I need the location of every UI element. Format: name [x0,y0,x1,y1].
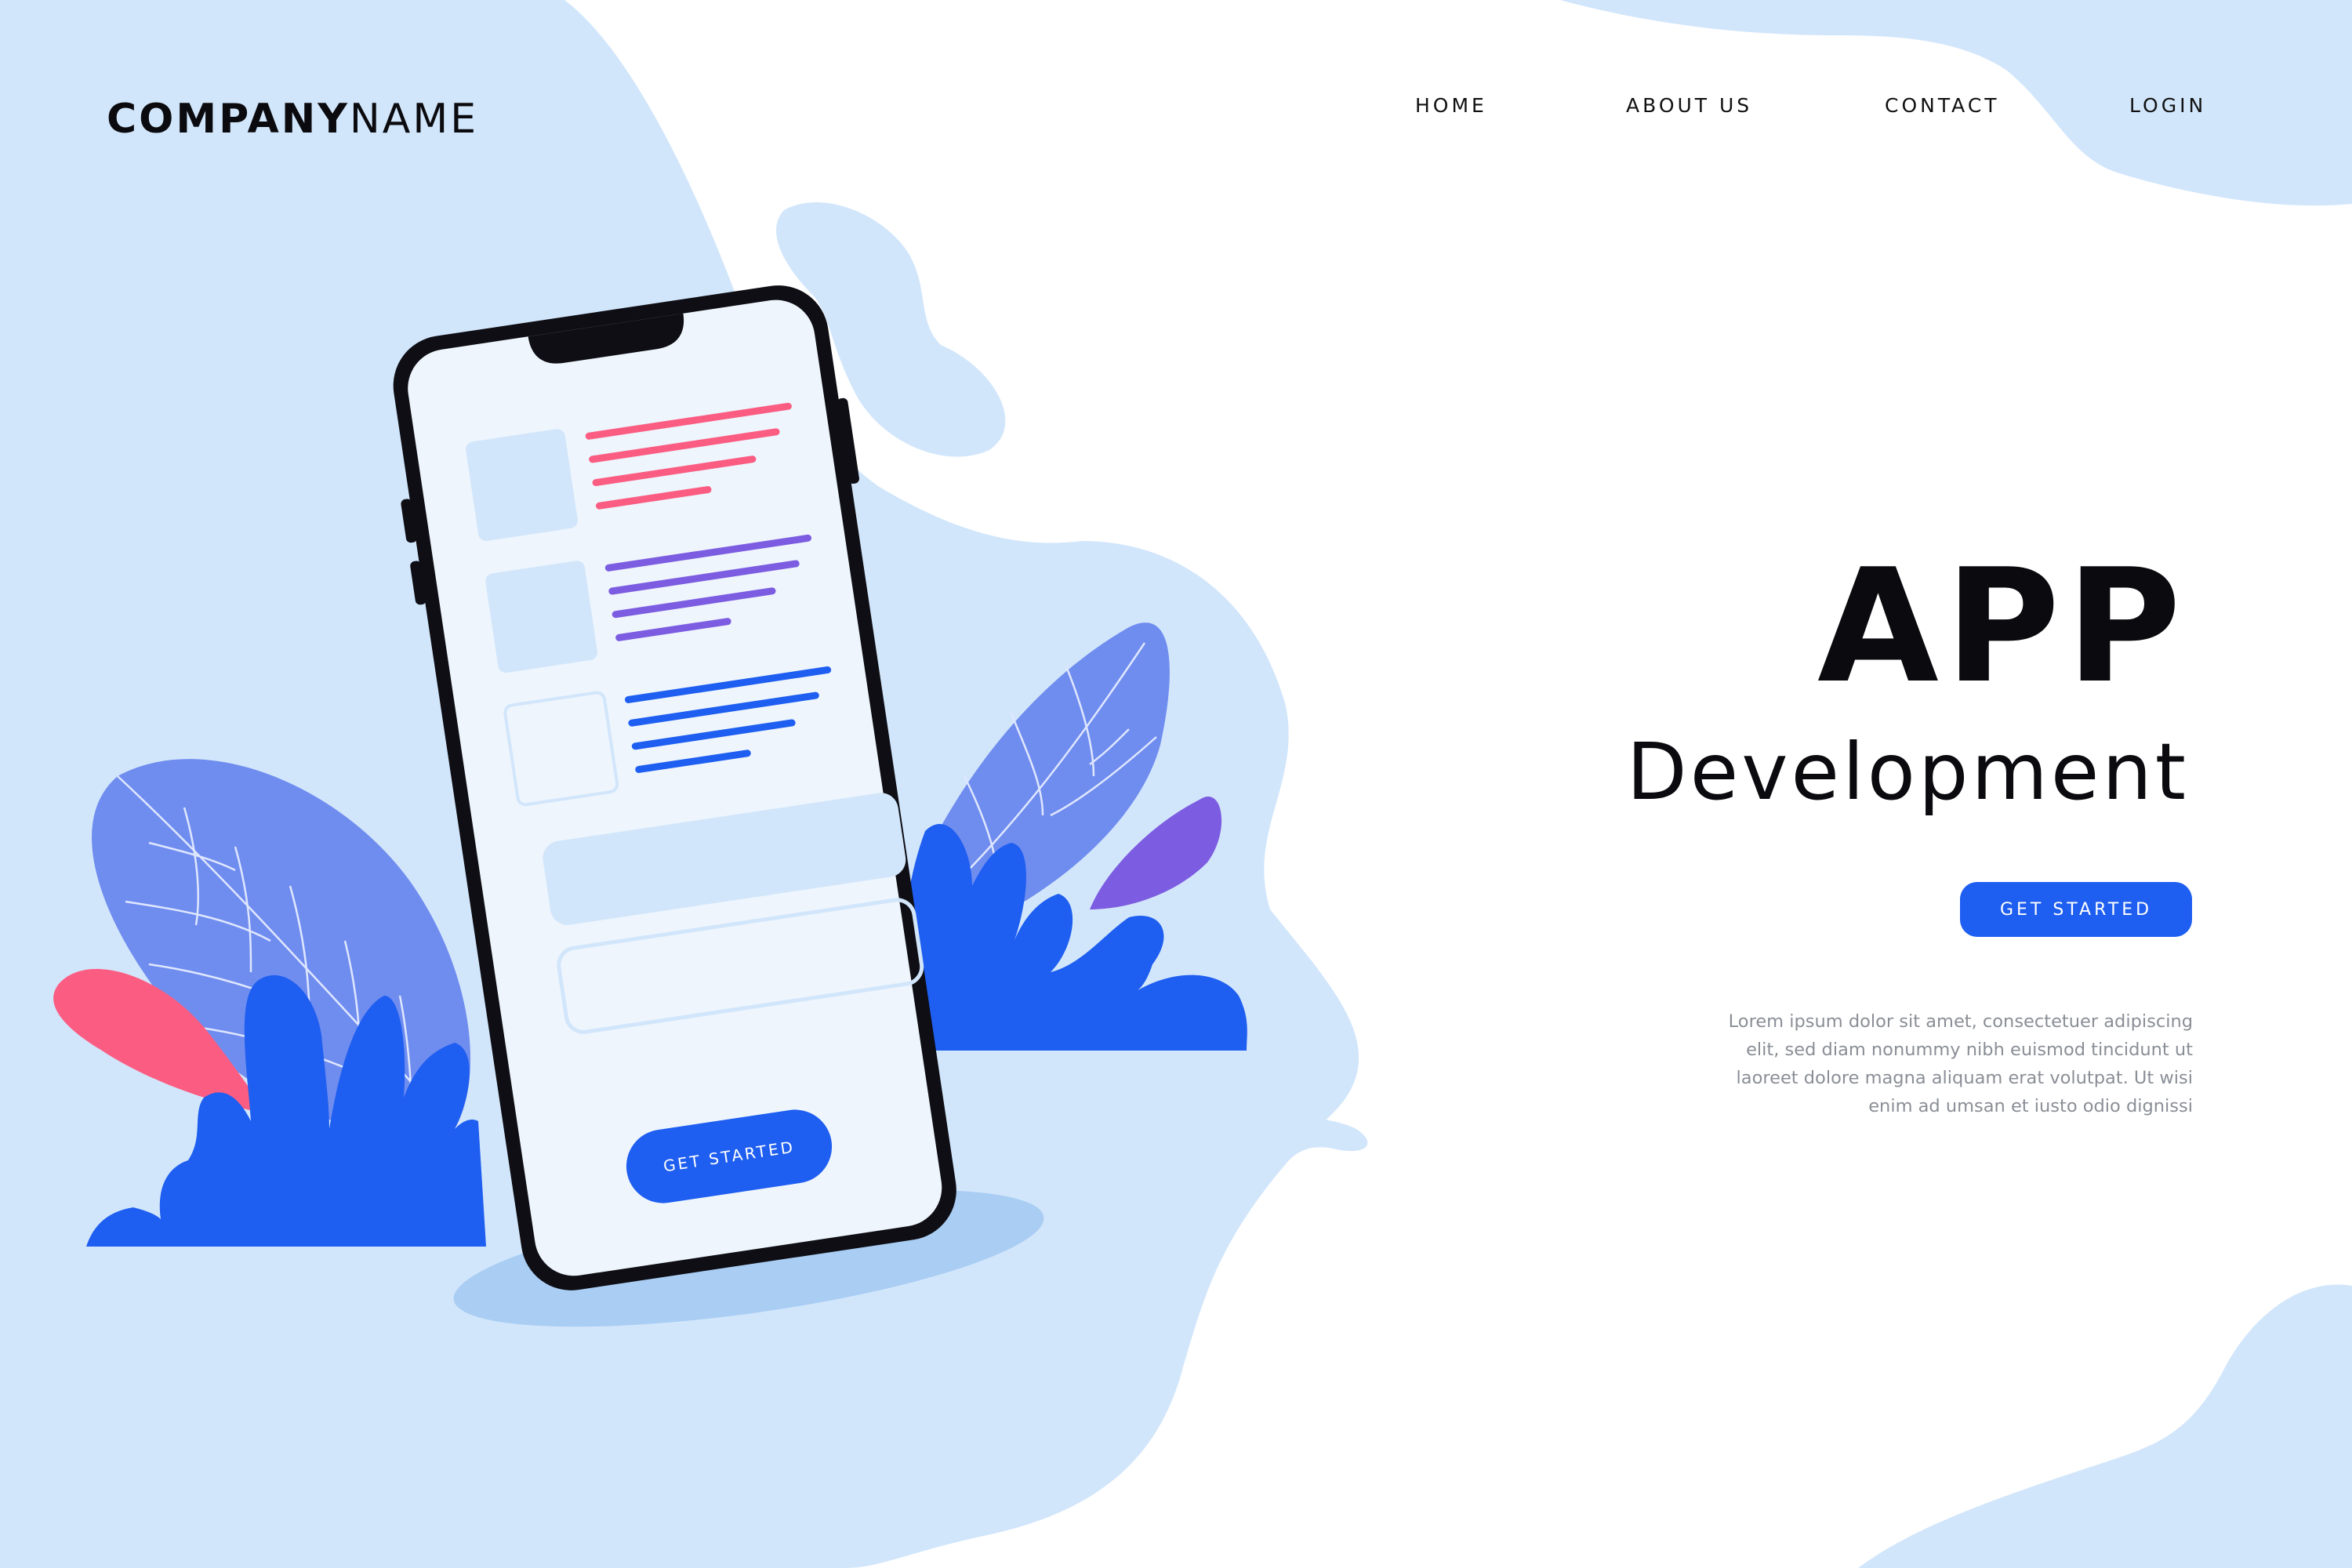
hero-title: APP [1817,535,2187,718]
nav-home[interactable]: HOME [1415,94,1487,117]
nav-contact[interactable]: CONTACT [1885,94,2000,117]
nav-login[interactable]: LOGIN [2129,94,2206,117]
get-started-button[interactable]: GET STARTED [1960,882,2192,937]
hero-description-line-1: Lorem ipsum dolor sit amet, consectetuer… [1728,1011,2193,1032]
top-navigation: HOME ABOUT US CONTACT LOGIN [0,94,2352,125]
hero-description-line-2: elit, sed diam nonummy nibh euismod tinc… [1746,1040,2193,1060]
hero-subtitle: Development [1626,726,2189,818]
hero-description-line-3: laoreet dolore magna aliquam erat volutp… [1736,1068,2193,1088]
hero-description-line-4: enim ad umsan et iusto odio dignissi [1868,1096,2193,1116]
nav-about-us[interactable]: ABOUT US [1626,94,1752,117]
hero-description: Lorem ipsum dolor sit amet, consectetuer… [1691,1007,2193,1120]
